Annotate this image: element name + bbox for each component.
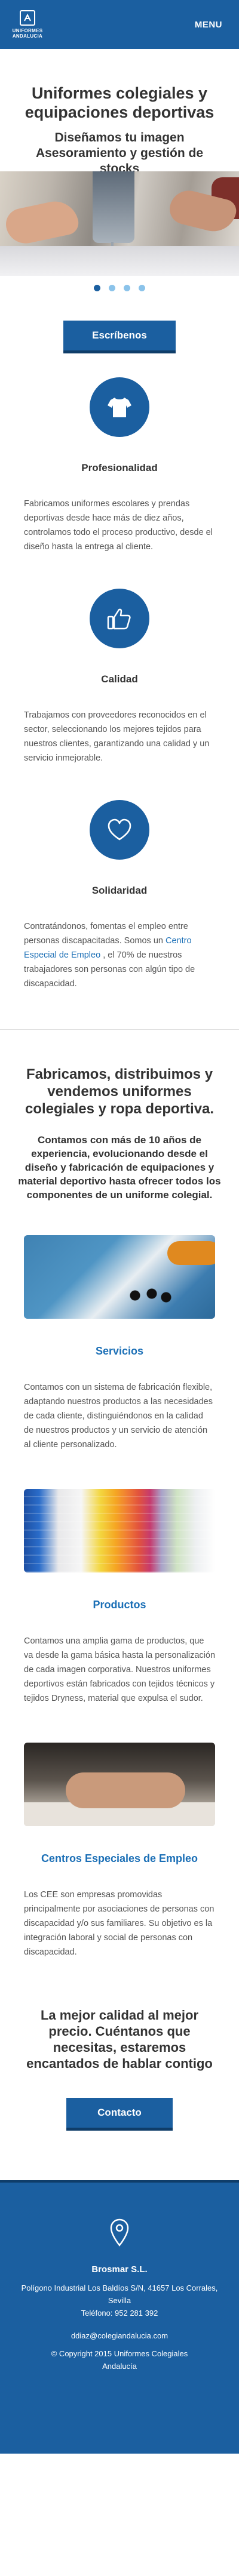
feature-text: Fabricamos uniformes escolares y prendas… <box>24 499 213 552</box>
slider-sewing-machine <box>93 171 134 243</box>
feature-text: Contratándonos, fomentas el empleo entre… <box>24 919 215 991</box>
feature-icon-circle <box>90 589 149 648</box>
slider-dot-3[interactable] <box>124 284 130 291</box>
feature-calidad: Calidad Trabajamos con proveedores recon… <box>0 589 239 765</box>
slider-pagination <box>0 276 239 300</box>
card-text: Los CEE son empresas promovidas principa… <box>24 1890 215 1957</box>
site-logo[interactable]: UNIFORMES ANDALUCIA <box>8 10 47 39</box>
logo-mark-icon <box>20 10 35 26</box>
footer-address-block: Polígono Industrial Los Baldíos S/N, 416… <box>0 2282 239 2319</box>
card-centros-especiales: Centros Especiales de Empleo Los CEE son… <box>0 1743 239 1959</box>
feature-title: Profesionalidad <box>81 462 158 473</box>
cta-container: Escríbenos <box>0 300 239 371</box>
hero-section: Uniformes colegiales y equipaciones depo… <box>0 49 239 176</box>
feature-title: Solidaridad <box>91 885 148 896</box>
footer-email-link[interactable]: ddiaz@colegiandalucia.com <box>71 2331 168 2340</box>
cee-image <box>24 1743 215 1826</box>
closing-section: La mejor calidad al mejor precio. Cuénta… <box>0 1959 239 2128</box>
logo-glyph-icon <box>24 13 31 21</box>
feature-icon-circle <box>90 800 149 860</box>
closing-title: La mejor calidad al mejor precio. Cuénta… <box>26 2008 213 2071</box>
feature-profesionalidad: Profesionalidad Fabricamos uniformes esc… <box>0 377 239 554</box>
tshirt-icon <box>108 398 131 417</box>
map-pin-icon <box>110 2218 129 2246</box>
slider-dot-2[interactable] <box>109 284 115 291</box>
top-navbar: UNIFORMES ANDALUCIA MENU <box>0 0 239 49</box>
slider-hand-left <box>3 197 81 247</box>
heart-icon <box>108 818 131 841</box>
footer-copyright: © Copyright 2015 Uniformes Colegiales An… <box>51 2349 188 2371</box>
contacto-button[interactable]: Contacto <box>66 2098 173 2128</box>
servicios-image <box>24 1235 215 1319</box>
hero-subtitle: Diseñamos tu imagen Asesoramiento y gest… <box>35 131 204 176</box>
hero-title: Uniformes colegiales y equipaciones depo… <box>24 84 215 121</box>
image-buttons <box>125 1287 173 1304</box>
card-text: Contamos con un sistema de fabricación f… <box>24 1383 213 1449</box>
card-title: Productos <box>93 1599 146 1611</box>
feature-solidaridad: Solidaridad Contratándonos, fomentas el … <box>0 800 239 991</box>
image-thread-spool <box>167 1241 215 1265</box>
slider-cloth <box>0 246 239 276</box>
footer-address: Polígono Industrial Los Baldíos S/N, 416… <box>21 2283 218 2305</box>
site-footer: Brosmar S.L. Polígono Industrial Los Bal… <box>0 2180 239 2454</box>
image-hands <box>66 1772 185 1808</box>
footer-company: Brosmar S.L. <box>91 2264 148 2275</box>
menu-button[interactable]: MENU <box>195 20 222 30</box>
feature-icon-circle <box>90 377 149 437</box>
card-servicios: Servicios Contamos con un sistema de fab… <box>0 1235 239 1452</box>
card-title: Servicios <box>95 1345 144 1357</box>
about-subtitle: Contamos con más de 10 años de experienc… <box>18 1134 221 1201</box>
card-title: Centros Especiales de Empleo <box>41 1852 198 1864</box>
feature-text: Trabajamos con proveedores reconocidos e… <box>24 710 210 763</box>
hero-slider-image <box>0 171 239 276</box>
logo-text: UNIFORMES ANDALUCIA <box>12 28 43 39</box>
card-productos: Productos Contamos una amplia gama de pr… <box>0 1489 239 1706</box>
slider-dot-1[interactable] <box>94 284 100 291</box>
about-title: Fabricamos, distribuimos y vendemos unif… <box>24 1066 215 1117</box>
feature-title: Calidad <box>101 673 138 685</box>
thumbs-up-icon <box>107 608 131 630</box>
card-text: Contamos una amplia gama de productos, q… <box>24 1636 216 1703</box>
feature-text-before: Contratándonos, fomentas el empleo entre… <box>24 922 188 946</box>
escribenos-button[interactable]: Escríbenos <box>63 321 176 350</box>
about-section: Fabricamos, distribuimos y vendemos unif… <box>0 1030 239 1202</box>
footer-phone: Teléfono: 952 281 392 <box>81 2309 158 2318</box>
productos-image <box>24 1489 215 1572</box>
slider-dot-4[interactable] <box>139 284 145 291</box>
